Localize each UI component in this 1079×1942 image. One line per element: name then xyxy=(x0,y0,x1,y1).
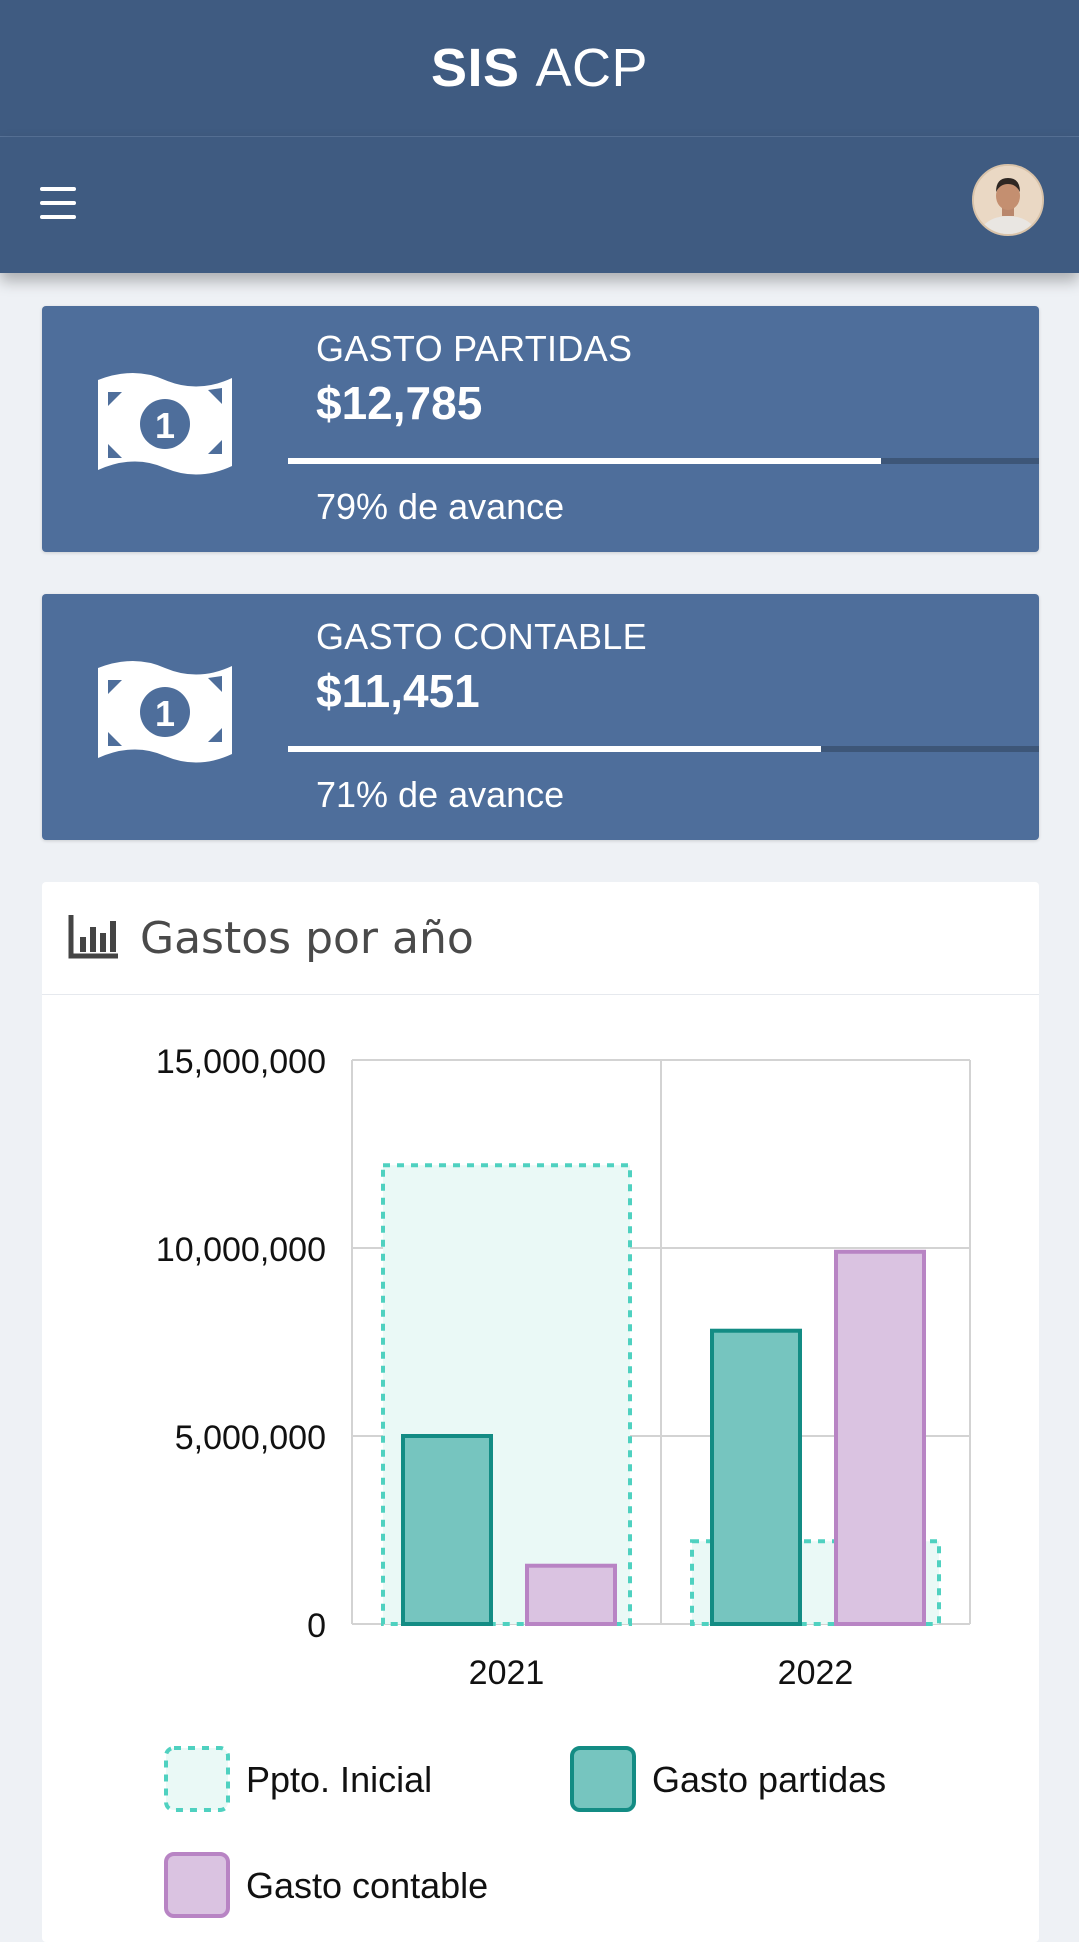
bar-gasto-contable xyxy=(525,1563,617,1626)
gasto-contable-card: 1 GASTO CONTABLE $11,451 71% de avance xyxy=(42,594,1039,840)
progress-fill xyxy=(288,746,822,752)
x-tick-label: 2022 xyxy=(778,1654,854,1692)
card-value: $12,785 xyxy=(316,377,483,429)
y-tick-label: 5,000,000 xyxy=(175,1419,326,1457)
hamburger-icon[interactable] xyxy=(40,187,76,219)
legend-label: Gasto partidas xyxy=(652,1759,886,1800)
app-header: SIS ACP xyxy=(0,0,1079,137)
progress-fill xyxy=(288,458,882,464)
y-tick-label: 0 xyxy=(307,1607,326,1645)
legend-swatch xyxy=(164,1746,230,1812)
navbar xyxy=(0,137,1079,273)
bar-gasto-contable xyxy=(834,1249,926,1626)
legend-swatch xyxy=(164,1852,230,1918)
legend-label: Gasto contable xyxy=(246,1865,488,1906)
card-title: GASTO CONTABLE xyxy=(316,616,647,657)
card-value: $11,451 xyxy=(316,665,480,717)
bar-gasto-partidas xyxy=(401,1434,493,1626)
user-avatar[interactable] xyxy=(972,164,1044,236)
money-bill-icon: 1 xyxy=(94,656,236,773)
chart-panel: Gastos por año 0 5,000,000 10,000,000 15,00… xyxy=(42,882,1039,1942)
progress-note: 71% de avance xyxy=(316,774,565,815)
y-tick-label: 15,000,000 xyxy=(156,1043,326,1081)
y-tick-label: 10,000,000 xyxy=(156,1231,326,1269)
progress-bar xyxy=(288,458,1039,464)
app-title-rest: ACP xyxy=(535,38,649,98)
x-tick-label: 2021 xyxy=(469,1654,545,1692)
progress-bar xyxy=(288,746,1039,752)
bar-chart: 0 5,000,000 10,000,000 15,000,000 2021 2022 Pp… xyxy=(156,1043,971,1918)
svg-text:1: 1 xyxy=(155,693,175,734)
legend-label: Ppto. Inicial xyxy=(246,1759,432,1800)
card-title: GASTO PARTIDAS xyxy=(316,328,633,369)
avatar-image xyxy=(974,166,1042,234)
money-bill-icon: 1 xyxy=(94,368,236,485)
progress-note: 79% de avance xyxy=(316,486,565,527)
legend-swatch xyxy=(570,1746,636,1812)
gasto-partidas-card: 1 GASTO PARTIDAS $12,785 79% de avance xyxy=(42,306,1039,552)
svg-text:1: 1 xyxy=(155,405,175,446)
bar-gasto-partidas xyxy=(710,1328,802,1626)
app-title-bold: SIS xyxy=(430,38,520,98)
